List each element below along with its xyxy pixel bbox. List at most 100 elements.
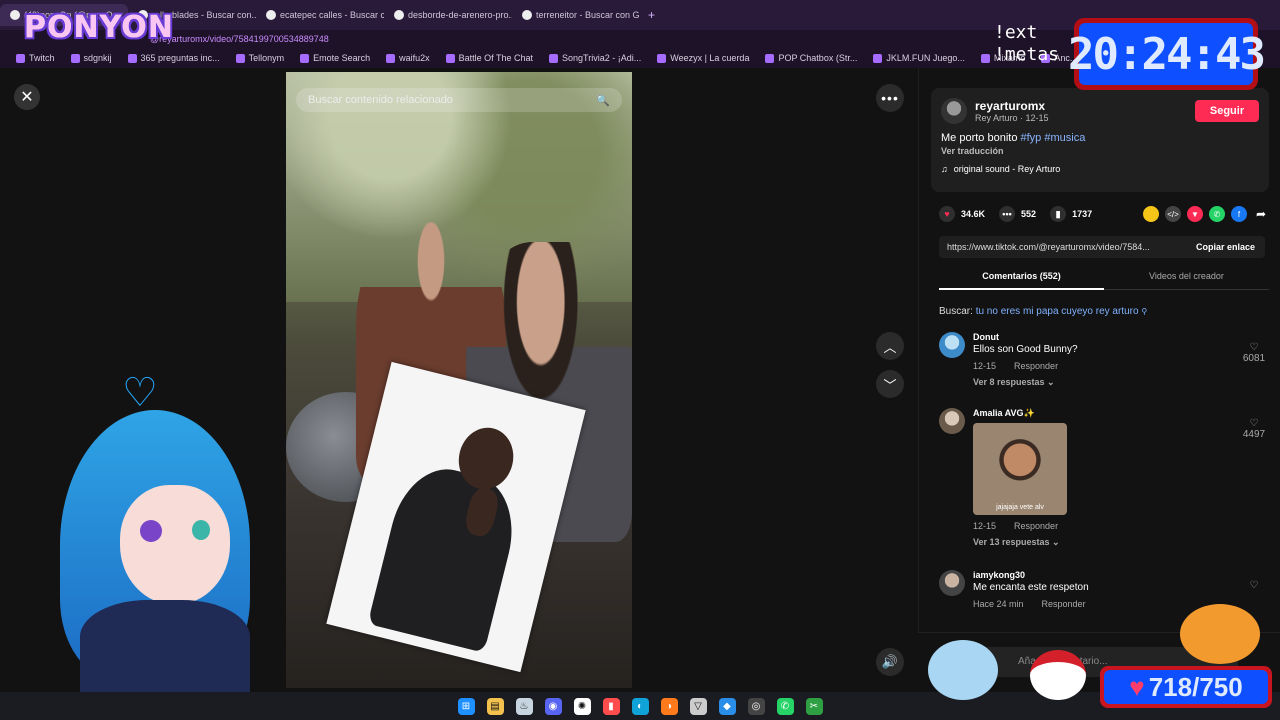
comment-like[interactable]: ♡ [1239, 580, 1269, 591]
browser-tab[interactable]: desborde-de-arenero-pro... [384, 4, 512, 26]
music-note-icon: ♫ [941, 164, 948, 174]
share-arrow-icon[interactable]: ➦ [1253, 206, 1269, 222]
whatsapp-icon[interactable]: ✆ [776, 697, 794, 715]
new-tab-button[interactable]: + [640, 8, 663, 22]
avatar[interactable] [939, 332, 965, 358]
bookmark[interactable]: waifu2x [378, 53, 438, 63]
comment-item: Donut Ellos son Good Bunny? 12-15 Respon… [939, 332, 1269, 398]
heart-icon: ♥ [939, 206, 955, 222]
comment-action[interactable]: ••• 552 [999, 206, 1036, 222]
search-label: Buscar: [939, 306, 973, 317]
hashtag-link[interactable]: #musica [1044, 132, 1085, 144]
tab-label: ecatepec calles - Buscar c... [280, 10, 384, 20]
follow-button[interactable]: Seguir [1195, 100, 1259, 122]
comment-like-count: 4497 [1242, 429, 1266, 440]
repost-icon[interactable] [1143, 206, 1159, 222]
tiktok-favicon-icon [394, 10, 404, 20]
facebook-icon[interactable]: f [1231, 206, 1247, 222]
post-description-card: reyarturomx Rey Arturo · 12-15 Seguir Me… [931, 88, 1269, 192]
bookmark[interactable]: Emote Search [292, 53, 378, 63]
comment-image[interactable]: jajajaja vete alv [973, 423, 1067, 515]
app-icon[interactable]: ▮ [602, 697, 620, 715]
tab-creator-videos[interactable]: Videos del creador [1104, 266, 1269, 290]
stream-clock: 20:24:43 [1068, 18, 1266, 90]
clock-time: 20:24:43 [1068, 23, 1266, 85]
comment-date: Hace 24 min [973, 599, 1024, 609]
bookmark[interactable]: JKLM.FUN Juego... [865, 53, 973, 63]
save-action[interactable]: ▮ 1737 [1050, 206, 1092, 222]
view-replies-button[interactable]: Ver 13 respuestas ⌄ [973, 537, 1223, 548]
chatgpt-icon[interactable]: ✺ [573, 697, 591, 715]
avatar[interactable] [939, 570, 965, 596]
bookmark-icon [765, 53, 775, 63]
folder-icon[interactable]: ▤ [486, 697, 504, 715]
comment-search-suggestion[interactable]: Buscar: tu no eres mi papa cuyeyo rey ar… [939, 306, 1147, 317]
related-search-input[interactable]: Buscar contenido relacionado 🔍 [296, 88, 622, 112]
comment-user[interactable]: Amalia AVG✨ [973, 408, 1223, 419]
bookmark[interactable]: Twitch [8, 53, 63, 63]
reply-button[interactable]: Responder [1042, 599, 1086, 609]
search-icon: ⚲ [1141, 307, 1148, 316]
edge-icon[interactable]: ◐ [631, 697, 649, 715]
obs-icon[interactable]: ◎ [747, 697, 765, 715]
vtube-icon[interactable]: ▽ [689, 697, 707, 715]
comment-meta: 12-15 Responder [973, 361, 1223, 371]
vscode-icon[interactable]: ◆ [718, 697, 736, 715]
bookmark[interactable]: Battle Of The Chat [438, 53, 541, 63]
author-info: reyarturomx Rey Arturo · 12-15 [975, 99, 1049, 123]
view-replies-button[interactable]: Ver 8 respuestas ⌄ [973, 377, 1223, 388]
comment-user[interactable]: iamykong30 [973, 570, 1223, 580]
avatar[interactable] [939, 408, 965, 434]
bookmark[interactable]: SongTrivia2 - ¡Adi... [541, 53, 649, 63]
comment-like[interactable]: ♡ 4497 [1239, 418, 1269, 440]
comment-count: 552 [1021, 209, 1037, 219]
save-count: 1737 [1072, 209, 1093, 219]
whatsapp-icon[interactable]: ✆ [1209, 206, 1225, 222]
discord-icon[interactable]: ◉ [544, 697, 562, 715]
bookmark[interactable]: Weezyx | La cuerda [649, 53, 757, 63]
bookmark[interactable]: sdgnkij [63, 53, 120, 63]
reply-button[interactable]: Responder [1014, 361, 1058, 371]
send-icon[interactable]: ▼ [1187, 206, 1203, 222]
firefox-icon[interactable]: ◑ [660, 697, 678, 715]
bookmark[interactable]: POP Chatbox (Str... [757, 53, 865, 63]
bookmark-label: JKLM.FUN Juego... [886, 53, 965, 63]
sticker-body [367, 458, 526, 653]
copy-link-button[interactable]: Copiar enlace [1186, 242, 1265, 252]
browser-tab[interactable]: ecatepec calles - Buscar c... [256, 4, 384, 26]
comment-item: Amalia AVG✨ jajajaja vete alv 12-15 Resp… [939, 408, 1269, 558]
previous-video-button[interactable]: ︿ [876, 332, 904, 360]
post-caption: Me porto bonito #fyp #musica [941, 132, 1259, 144]
bookmark-label: POP Chatbox (Str... [778, 53, 858, 63]
browser-tab[interactable]: terreneitor - Buscar con G... [512, 4, 640, 26]
embed-icon[interactable]: </> [1165, 206, 1181, 222]
author-name[interactable]: reyarturomx [975, 99, 1049, 113]
windows-icon[interactable]: ⊞ [457, 697, 475, 715]
video-player[interactable] [286, 72, 632, 688]
hashtag-link[interactable]: #fyp [1021, 132, 1042, 144]
more-options-button[interactable]: ••• [876, 84, 904, 112]
santa-chibi [1030, 650, 1086, 700]
close-button[interactable]: ✕ [14, 84, 40, 110]
post-actions: ♥ 34.6K ••• 552 ▮ 1737 </> ▼ ✆ f ➦ [939, 204, 1269, 224]
bookmark[interactable]: 365 preguntas inc... [120, 53, 228, 63]
steam-icon[interactable]: ♨ [515, 697, 533, 715]
post-link: https://www.tiktok.com/@reyarturomx/vide… [947, 242, 1150, 252]
reindeer-chibi [928, 640, 998, 700]
bookmark[interactable]: Tellonym [228, 53, 293, 63]
comment-like[interactable]: ♡ 6081 [1239, 342, 1269, 364]
heart-icon: ♥ [1129, 671, 1145, 702]
bookmark-icon [873, 53, 883, 63]
sound-link[interactable]: ♫ original sound - Rey Arturo [941, 164, 1259, 174]
reply-button[interactable]: Responder [1014, 521, 1058, 531]
volume-button[interactable]: 🔊 [876, 648, 904, 676]
comment-meta: 12-15 Responder [973, 521, 1223, 531]
tab-comments[interactable]: Comentarios (552) [939, 266, 1104, 290]
avatar[interactable] [941, 98, 967, 124]
snip-icon[interactable]: ✂ [805, 697, 823, 715]
comment-user[interactable]: Donut [973, 332, 1223, 342]
like-action[interactable]: ♥ 34.6K [939, 206, 985, 222]
tiktok-favicon-icon [10, 10, 20, 20]
see-translation-link[interactable]: Ver traducción [941, 146, 1259, 156]
next-video-button[interactable]: ﹀ [876, 370, 904, 398]
